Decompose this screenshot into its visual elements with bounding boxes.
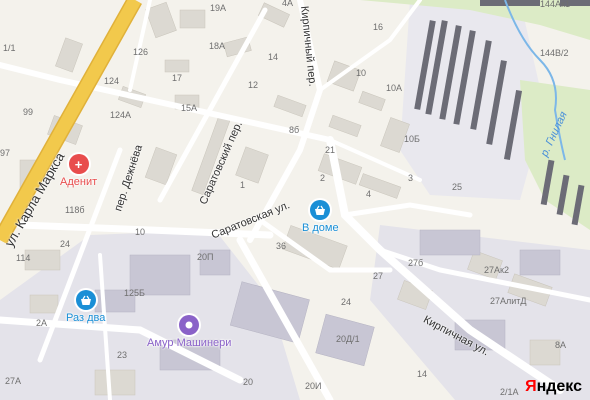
- shopping-basket-icon: [310, 200, 331, 220]
- house-number: 10Б: [404, 134, 420, 144]
- house-number: 3: [408, 173, 414, 183]
- house-number: 19А: [210, 3, 227, 13]
- poi-adenit[interactable]: + Аденит: [60, 154, 97, 188]
- house-number: 8б: [289, 125, 300, 135]
- house-number: 118б: [65, 205, 85, 215]
- poi-amur-mashineri-label: Амур Машинери: [147, 337, 232, 349]
- poi-amur-mashineri[interactable]: Амур Машинери: [147, 315, 231, 349]
- house-number: 27Ак2: [484, 265, 509, 275]
- house-number: 20П: [197, 252, 214, 262]
- house-number: 24: [341, 297, 352, 307]
- house-number: 15А: [181, 103, 198, 113]
- house-number: 126: [133, 47, 149, 57]
- poi-adenit-label: Аденит: [60, 176, 98, 188]
- house-number: 27А: [5, 376, 22, 386]
- house-number: 1: [240, 180, 246, 190]
- house-number: 125Б: [124, 288, 145, 298]
- poi-v-dome-label: В доме: [302, 222, 339, 234]
- house-number: 12: [248, 80, 259, 90]
- house-number: 10: [135, 227, 146, 237]
- house-number: 20Д/1: [336, 334, 360, 344]
- house-number: 2А: [36, 318, 48, 328]
- house-number: 124: [104, 76, 120, 86]
- house-number: 23: [117, 350, 128, 360]
- poi-raz-dva-label: Раз два: [66, 312, 106, 324]
- company-dot-icon: [179, 315, 200, 335]
- house-number: 27: [373, 271, 384, 281]
- house-number: 14: [417, 369, 428, 379]
- shopping-basket-icon: [75, 290, 96, 310]
- house-number: 4: [366, 189, 372, 199]
- house-number: 14: [268, 52, 279, 62]
- pharmacy-cross-icon: +: [68, 154, 89, 174]
- house-number: 20: [243, 377, 254, 387]
- house-number: 36: [276, 241, 287, 251]
- poi-v-dome[interactable]: В доме: [302, 200, 339, 234]
- house-number: 24: [60, 239, 71, 249]
- house-number: 27АлитД: [490, 296, 527, 306]
- house-number: 16: [373, 22, 384, 32]
- house-number: 10А: [386, 83, 403, 93]
- house-number: 21: [325, 145, 336, 155]
- house-number: 124А: [110, 110, 132, 120]
- house-number: 144В/2: [540, 48, 569, 58]
- map-view[interactable]: ул. Карла Маркса Саратовская ул. Саратов…: [0, 0, 590, 400]
- map-base: [0, 0, 590, 400]
- house-number: 27б: [408, 258, 424, 268]
- house-number: 114: [16, 253, 31, 263]
- house-number: 144Ак1: [540, 0, 570, 9]
- house-number: 2: [320, 173, 326, 183]
- house-number: 1/1: [3, 43, 16, 53]
- house-number: 97: [0, 148, 11, 158]
- poi-raz-dva[interactable]: Раз два: [66, 290, 105, 324]
- house-number: 20И: [305, 381, 322, 391]
- house-number: 99: [23, 107, 34, 117]
- house-number: 4А: [282, 0, 294, 8]
- house-number: 10: [356, 68, 367, 78]
- house-number: 2/1А: [500, 387, 519, 397]
- house-number: 18А: [209, 41, 226, 51]
- house-number: 17: [172, 73, 183, 83]
- yandex-logo: Яндекс: [525, 378, 582, 395]
- house-number: 25: [452, 182, 463, 192]
- house-number: 8А: [555, 340, 567, 350]
